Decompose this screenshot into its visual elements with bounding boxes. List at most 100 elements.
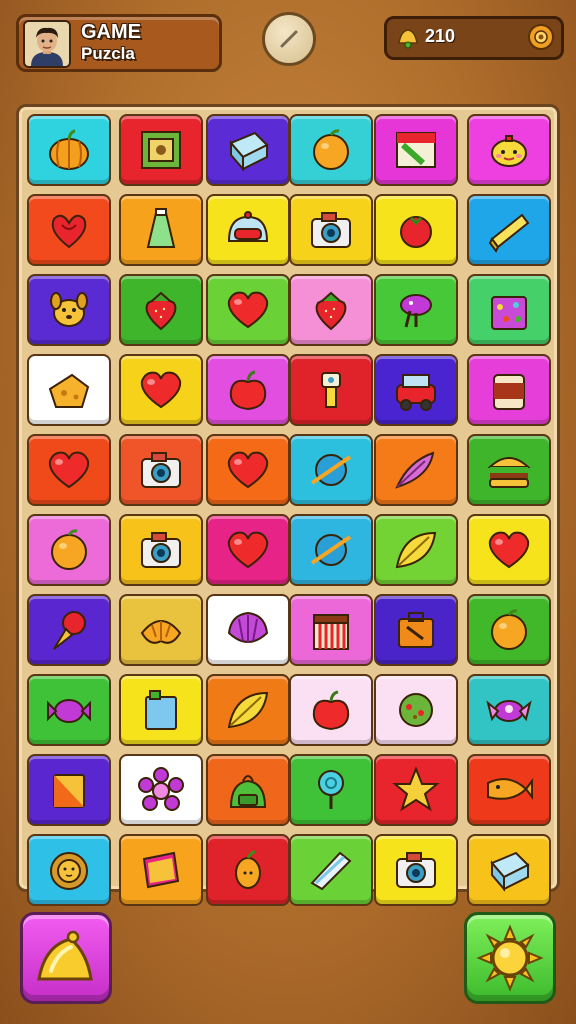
leaf-icon [227,691,269,729]
tile-r5-c4[interactable] [289,434,373,506]
box-icon [53,774,85,808]
tile-r7-c1[interactable] [27,594,111,666]
tile-r9-c1[interactable] [27,754,111,826]
crystal-icon [310,851,352,891]
apple-icon [312,690,350,731]
tile-r5-c2[interactable] [119,434,203,506]
lollipop-icon [318,770,344,809]
tile-r1-c4[interactable] [289,114,373,186]
tile-r3-c6[interactable] [467,274,551,346]
heart-icon [227,291,269,329]
tile-r7-c4[interactable] [289,594,373,666]
tile-r8-c3[interactable] [206,674,290,746]
tile-r8-c4[interactable] [289,674,373,746]
camera-icon [311,212,351,248]
tile-r6-c3[interactable] [206,514,290,586]
planet-icon [310,454,352,486]
tile-r3-c2[interactable] [119,274,203,346]
tile-r10-c4[interactable] [289,834,373,906]
tile-r6-c6[interactable] [467,514,551,586]
bell-hint-button[interactable] [20,912,112,1004]
car-icon [396,374,436,411]
tile-r1-c2[interactable] [119,114,203,186]
avatar[interactable] [23,20,71,68]
mango-icon [235,850,261,889]
tile-r8-c6[interactable] [467,674,551,746]
tile-r4-c4[interactable] [289,354,373,426]
tile-r6-c1[interactable] [27,514,111,586]
tile-r4-c1[interactable] [27,354,111,426]
profile-panel[interactable]: GAME Puzcla [16,14,222,72]
sun-power-button[interactable] [464,912,556,1004]
tile-r2-c5[interactable] [374,194,458,266]
tile-r1-c3[interactable] [206,114,290,186]
camera-icon [141,532,181,568]
strawberry-icon [145,291,177,331]
tile-r9-c5[interactable] [374,754,458,826]
pencil-icon [280,30,298,48]
tile-r10-c2[interactable] [119,834,203,906]
tile-r6-c5[interactable] [374,514,458,586]
framed-picture-icon [141,131,181,169]
book-icon [142,851,180,889]
tile-r7-c2[interactable] [119,594,203,666]
tile-r2-c6[interactable] [467,194,551,266]
tile-r6-c2[interactable] [119,514,203,586]
tile-r6-c4[interactable] [289,514,373,586]
tile-r5-c1[interactable] [27,434,111,506]
tile-r3-c3[interactable] [206,274,290,346]
tile-r2-c2[interactable] [119,194,203,266]
pumpkin-icon [49,129,89,170]
edit-button[interactable] [262,12,316,66]
tile-r2-c3[interactable] [206,194,290,266]
ice-cube-icon [229,131,269,172]
fish-icon [487,778,533,800]
tile-r7-c5[interactable] [374,594,458,666]
tile-r9-c4[interactable] [289,754,373,826]
bell-icon [37,930,93,981]
camera-icon [141,452,181,488]
tile-r9-c6[interactable] [467,754,551,826]
tile-r1-c1[interactable] [27,114,111,186]
game-subtitle: Puzcla [81,44,135,63]
star-icon [392,766,440,812]
tile-r3-c1[interactable] [27,274,111,346]
heart-icon [227,451,269,489]
lion-icon [50,852,88,890]
sun-icon [476,924,544,992]
tile-r7-c6[interactable] [467,594,551,666]
tile-r2-c4[interactable] [289,194,373,266]
tile-r8-c5[interactable] [374,674,458,746]
tile-r10-c1[interactable] [27,834,111,906]
settings-gear-icon[interactable] [525,21,557,53]
tile-r2-c1[interactable] [27,194,111,266]
tile-r4-c6[interactable] [467,354,551,426]
tile-r10-c3[interactable] [206,834,290,906]
tile-r10-c5[interactable] [374,834,458,906]
robot-icon [321,372,341,408]
tile-r4-c5[interactable] [374,354,458,426]
tile-r9-c2[interactable] [119,754,203,826]
tile-r8-c1[interactable] [27,674,111,746]
ice-cube-icon [490,851,530,892]
tile-r9-c3[interactable] [206,754,290,826]
top-bar: GAME Puzcla 210 [0,0,576,90]
jar-icon [493,374,525,410]
backpack-icon [229,775,267,808]
tile-r5-c5[interactable] [374,434,458,506]
juice-box-icon [145,690,177,730]
tile-r1-c5[interactable] [374,114,458,186]
tile-r1-c6[interactable] [467,114,551,186]
tile-r7-c3[interactable] [206,594,290,666]
tile-r8-c2[interactable] [119,674,203,746]
spaceship-icon [486,700,532,722]
tile-r5-c3[interactable] [206,434,290,506]
orange-icon [491,609,527,650]
tile-r3-c4[interactable] [289,274,373,346]
tile-r10-c6[interactable] [467,834,551,906]
tile-r4-c2[interactable] [119,354,203,426]
tile-r5-c6[interactable] [467,434,551,506]
tile-r3-c5[interactable] [374,274,458,346]
tile-r4-c3[interactable] [206,354,290,426]
heart-icon [227,531,269,569]
